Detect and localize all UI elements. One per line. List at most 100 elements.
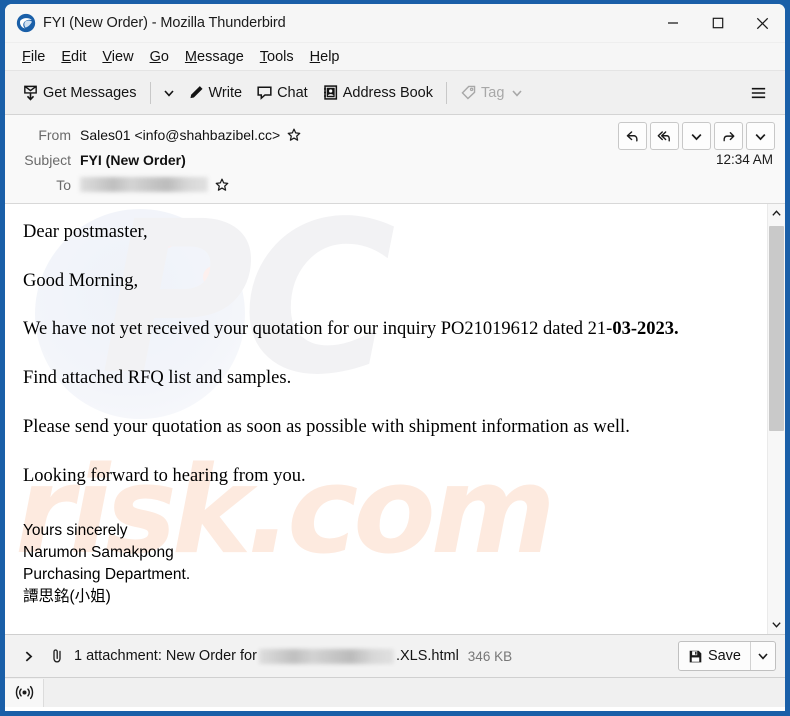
menu-help[interactable]: Help [302,47,348,67]
title-bar: FYI (New Order) - Mozilla Thunderbird [5,4,785,43]
forward-arrow-icon [723,131,735,141]
menu-edit[interactable]: Edit [53,47,94,67]
chevron-right-icon [25,651,33,661]
to-label: To [56,176,71,193]
from-label: From [38,126,71,143]
close-button[interactable] [740,4,785,42]
signature-line: Purchasing Department. [23,566,191,584]
pencil-icon [189,86,203,99]
status-bar [5,677,785,707]
chevron-down-icon [755,133,766,140]
save-dropdown-button[interactable] [750,642,775,670]
reply-button[interactable] [618,122,647,150]
toolbar-separator-1 [149,81,151,104]
attachment-text-prefix: 1 attachment: New Order for [74,648,257,664]
signature-block: Yours sincerely Narumon Samakpong Purcha… [23,520,751,608]
minimize-button[interactable] [650,4,695,42]
hamburger-menu-icon [751,87,766,98]
subject-row: Subject FYI (New Order) 12:34 AM [5,147,785,172]
from-value-wrap: Sales01 <info@shahbazibel.cc> [80,127,301,143]
forward-button[interactable] [714,122,743,150]
menu-tools[interactable]: Tools [252,47,302,67]
chevron-down-icon [772,622,781,628]
body-paragraph: We have not yet received your quotation … [23,319,679,340]
signature-line: Narumon Samakpong [23,544,174,562]
star-icon[interactable] [215,178,229,192]
message-time: 12:34 AM [715,152,773,167]
reply-all-button[interactable] [650,122,679,150]
window-title: FYI (New Order) - Mozilla Thunderbird [43,15,286,31]
write-label: Write [208,84,243,101]
tag-icon [461,85,476,100]
scrollbar-thumb[interactable] [769,226,784,431]
message-actions [618,122,775,150]
menu-go[interactable]: Go [142,47,177,67]
chevron-down-icon [163,89,174,97]
reply-all-arrow-icon [657,130,670,142]
subject-label: Subject [24,151,71,168]
to-value-wrap [80,177,229,192]
scrollbar-track[interactable] [768,223,785,615]
message-header: From Sales01 <info@shahbazibel.cc> Subje… [5,115,785,204]
to-address-redacted[interactable] [80,177,208,192]
address-book-icon [323,85,337,100]
scroll-up-button[interactable] [768,204,785,223]
more-actions-button[interactable] [746,122,775,150]
tag-label: Tag [481,84,505,101]
main-toolbar: Get Messages Write Chat Address Book Tag [5,71,785,115]
maximize-button[interactable] [695,4,740,42]
chevron-down-icon [758,653,768,660]
get-messages-icon [24,85,37,101]
save-label: Save [707,648,741,664]
paperclip-icon [49,648,65,664]
signature-line: Yours sincerely [23,522,128,540]
save-button-group: Save [677,641,776,671]
message-body: Dear postmaster, Good Morning, We have n… [5,204,767,634]
menu-file[interactable]: File [14,47,53,67]
application-window: FYI (New Order) - Mozilla Thunderbird Fi… [0,0,790,716]
star-icon[interactable] [287,128,301,142]
body-paragraph: Good Morning, [23,270,139,291]
to-row: To [5,172,785,197]
chat-button[interactable]: Chat [249,79,315,106]
broadcast-signal-icon[interactable] [5,678,44,707]
address-book-label: Address Book [342,84,433,101]
chevron-down-icon [691,133,702,140]
signature-line: 譚思銘(小姐) [23,588,111,606]
attachment-expand-button[interactable] [17,647,40,666]
scroll-down-button[interactable] [768,615,785,634]
save-button[interactable]: Save [679,642,750,670]
chat-bubble-icon [257,86,272,100]
chevron-down-icon [512,89,522,97]
chevron-up-icon [772,210,781,216]
body-paragraph: Find attached RFQ list and samples. [23,368,292,389]
write-button[interactable]: Write [181,79,250,106]
tag-button[interactable]: Tag [453,79,530,106]
chat-label: Chat [277,84,308,101]
address-book-button[interactable]: Address Book [315,79,440,106]
from-address[interactable]: Sales01 <info@shahbazibel.cc> [80,127,280,143]
body-scrollbar[interactable] [767,204,785,634]
window-content: FYI (New Order) - Mozilla Thunderbird Fi… [5,4,785,711]
reply-arrow-icon [626,130,638,142]
body-paragraph: Dear postmaster, [23,222,148,242]
app-menu-button[interactable] [744,78,773,107]
minimize-icon [667,22,678,24]
attachment-label[interactable]: 1 attachment: New Order for .XLS.html 34… [74,648,512,664]
toolbar-separator-2 [446,81,447,104]
menu-bar: File Edit View Go Message Tools Help [5,43,785,71]
attachment-text-suffix: .XLS.html [395,648,459,664]
attachment-size: 346 KB [467,648,513,664]
body-paragraph: Looking forward to hearing from you. [23,465,306,486]
body-paragraph: Please send your quotation as soon as po… [23,416,630,437]
attachment-bar: 1 attachment: New Order for .XLS.html 34… [5,634,785,677]
menu-message[interactable]: Message [177,47,252,67]
menu-view[interactable]: View [94,47,141,67]
subject-value: FYI (New Order) [80,151,186,168]
window-controls [650,4,785,42]
get-messages-dropdown[interactable] [157,81,181,105]
close-icon [756,17,769,29]
get-messages-button[interactable]: Get Messages [15,79,144,106]
reply-options-button[interactable] [682,122,711,150]
maximize-icon [712,17,723,29]
